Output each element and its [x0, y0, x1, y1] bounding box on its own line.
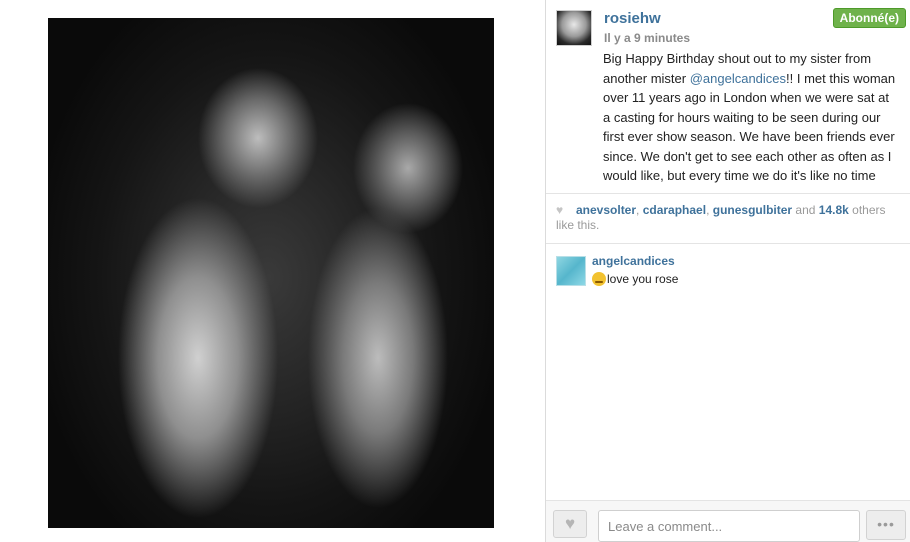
heart-icon: ♥: [556, 203, 564, 217]
likes-summary: ♥ anevsolter, cdaraphael, gunesgulbiter a…: [556, 203, 901, 233]
likes-count-link[interactable]: 14.8k: [819, 203, 849, 217]
caption-mention-link[interactable]: @angelcandices: [690, 71, 786, 86]
follow-button[interactable]: Abonné(e): [832, 8, 906, 28]
post-timestamp[interactable]: Il y a 9 minutes: [604, 31, 690, 45]
likes-and-text: and: [792, 203, 819, 217]
post-caption: Big Happy Birthday shout out to my siste…: [603, 49, 899, 189]
comment-text: love you rose: [592, 272, 678, 286]
heart-icon: ♥: [564, 514, 576, 533]
more-options-button[interactable]: •••: [866, 510, 906, 540]
liker-link[interactable]: cdaraphael: [643, 203, 706, 217]
likes-divider: [546, 243, 910, 244]
like-button[interactable]: ♥: [553, 510, 587, 538]
likes-separator: ,: [706, 203, 713, 217]
caption-divider: [546, 193, 910, 194]
liker-link[interactable]: gunesgulbiter: [713, 203, 792, 217]
comment-footer: ♥ •••: [546, 500, 910, 542]
caption-text-2: !! I met this woman over 11 years ago in…: [603, 70, 896, 190]
comment-input[interactable]: [598, 510, 860, 542]
post-header: rosiehw Il y a 9 minutes Abonné(e): [556, 8, 906, 48]
likes-separator: ,: [636, 203, 643, 217]
author-username[interactable]: rosiehw: [604, 10, 661, 27]
liker-link[interactable]: anevsolter: [576, 203, 636, 217]
post-details-pane: rosiehw Il y a 9 minutes Abonné(e) Big H…: [546, 0, 910, 542]
commenter-username[interactable]: angelcandices: [592, 254, 675, 268]
smiling-face-emoji-icon: [592, 272, 606, 286]
post-photo[interactable]: [48, 18, 494, 528]
author-avatar[interactable]: [556, 10, 592, 46]
media-pane: [0, 0, 545, 542]
commenter-avatar[interactable]: [556, 256, 586, 286]
comment-body: love you rose: [607, 272, 679, 286]
